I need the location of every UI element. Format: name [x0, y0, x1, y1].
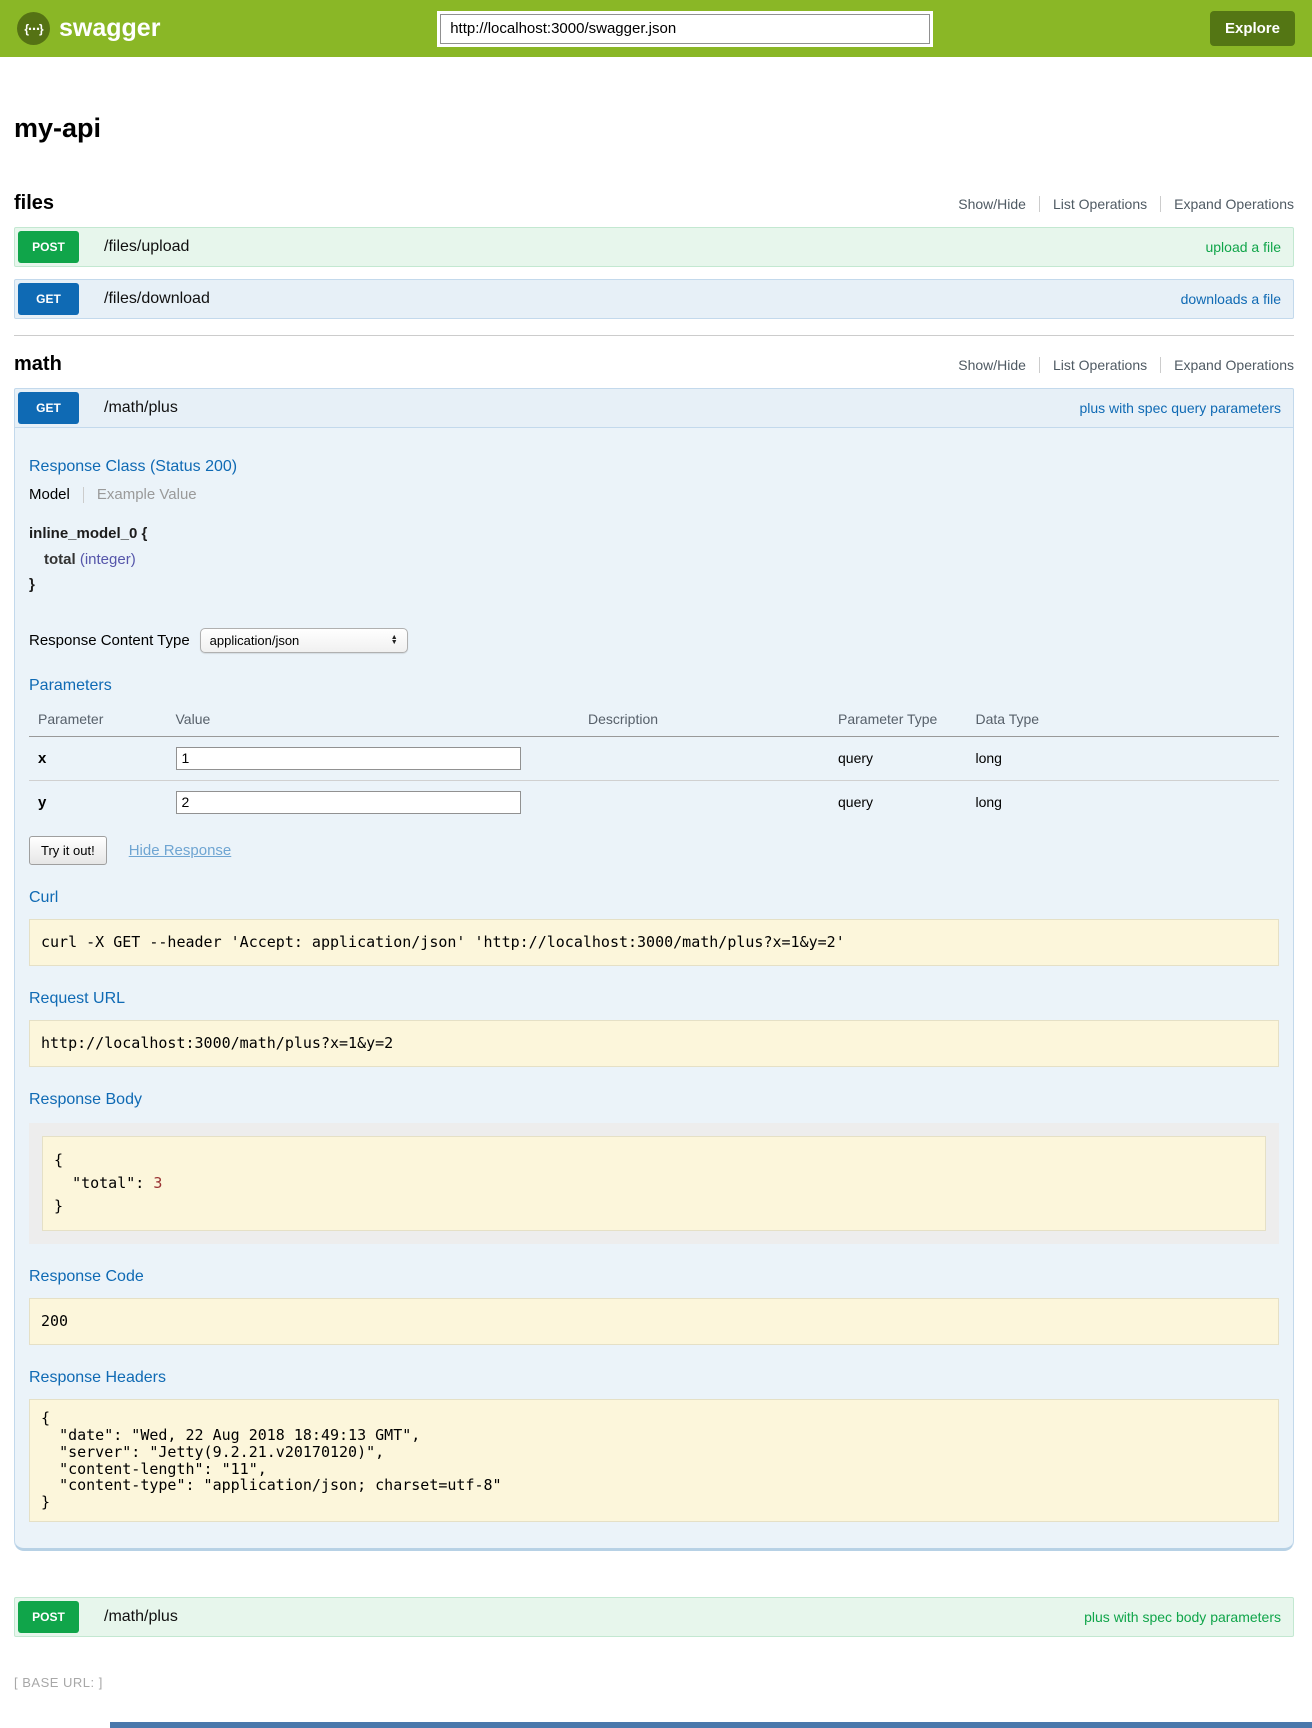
math-show-hide-link[interactable]: Show/Hide — [958, 357, 1026, 373]
parameter-type-cell: query — [829, 736, 967, 780]
parameter-name: x — [29, 736, 167, 780]
endpoint-summary[interactable]: upload a file — [1205, 239, 1281, 255]
operation-detail-panel: Response Class (Status 200) Model Exampl… — [14, 428, 1294, 1551]
swagger-url-input[interactable] — [440, 14, 930, 44]
base-url-label: [ BASE URL: ] — [14, 1675, 1312, 1690]
endpoint-summary[interactable]: downloads a file — [1181, 291, 1281, 307]
select-arrows-icon: ▲▼ — [391, 635, 398, 645]
parameter-row-y: y query long — [29, 780, 1279, 824]
selected-content-type: application/json — [210, 633, 300, 648]
http-method-badge: POST — [18, 231, 79, 263]
link-divider — [1160, 196, 1161, 212]
response-content-type-label: Response Content Type — [29, 632, 190, 649]
response-body-block: { "total": 3 } — [42, 1136, 1266, 1232]
response-headers-block: { "date": "Wed, 22 Aug 2018 18:49:13 GMT… — [29, 1399, 1279, 1522]
model-signature: inline_model_0 { total (integer) } — [29, 521, 1279, 598]
tab-example-value[interactable]: Example Value — [97, 486, 197, 503]
files-expand-operations-link[interactable]: Expand Operations — [1174, 196, 1294, 212]
col-header-data-type: Data Type — [967, 705, 1280, 737]
endpoint-path[interactable]: /files/download — [104, 290, 210, 308]
section-divider — [14, 335, 1294, 336]
curl-heading: Curl — [29, 889, 1279, 907]
parameters-header-row: Parameter Value Description Parameter Ty… — [29, 705, 1279, 737]
files-list-operations-link[interactable]: List Operations — [1053, 196, 1147, 212]
files-show-hide-link[interactable]: Show/Hide — [958, 196, 1026, 212]
col-header-parameter-type: Parameter Type — [829, 705, 967, 737]
response-class-heading: Response Class (Status 200) — [29, 458, 1279, 476]
endpoint-summary[interactable]: plus with spec body parameters — [1084, 1609, 1281, 1625]
math-section-links: Show/Hide List Operations Expand Operati… — [958, 357, 1294, 373]
explore-button[interactable]: Explore — [1210, 11, 1295, 46]
page-title: my-api — [14, 113, 1294, 144]
parameters-table: Parameter Value Description Parameter Ty… — [29, 705, 1279, 824]
endpoint-row-post-files-upload[interactable]: POST /files/upload upload a file — [14, 227, 1294, 267]
response-headers-heading: Response Headers — [29, 1369, 1279, 1387]
link-divider — [1160, 357, 1161, 373]
col-header-parameter: Parameter — [29, 705, 167, 737]
endpoint-row-get-math-plus[interactable]: GET /math/plus plus with spec query para… — [14, 388, 1294, 428]
json-open-brace: { — [54, 1151, 63, 1169]
parameter-description — [579, 780, 829, 824]
tab-divider — [83, 487, 84, 503]
tab-model[interactable]: Model — [29, 486, 70, 503]
model-close-brace: } — [29, 572, 1279, 598]
curl-command-block: curl -X GET --header 'Accept: applicatio… — [29, 919, 1279, 966]
json-key: "total": — [72, 1174, 144, 1192]
response-code-block: 200 — [29, 1298, 1279, 1345]
response-content-type-select[interactable]: application/json ▲▼ — [200, 628, 408, 653]
http-method-badge: POST — [18, 1601, 79, 1633]
files-section-header: files Show/Hide List Operations Expand O… — [14, 192, 1294, 215]
endpoint-path[interactable]: /math/plus — [104, 1608, 178, 1626]
model-property-name: total — [44, 551, 76, 568]
math-section-header: math Show/Hide List Operations Expand Op… — [14, 353, 1294, 376]
parameter-y-input[interactable] — [176, 791, 521, 814]
request-url-heading: Request URL — [29, 990, 1279, 1008]
link-divider — [1039, 357, 1040, 373]
endpoint-summary[interactable]: plus with spec query parameters — [1079, 400, 1281, 416]
swagger-brand-link[interactable]: {⋯} swagger — [17, 12, 160, 45]
model-tabs: Model Example Value — [29, 486, 1279, 503]
parameter-name: y — [29, 780, 167, 824]
model-name: inline_model_0 { — [29, 521, 1279, 547]
http-method-badge: GET — [18, 392, 79, 424]
response-body-wrapper: { "total": 3 } — [29, 1123, 1279, 1245]
model-property: total (integer) — [44, 547, 1279, 573]
top-header: {⋯} swagger Explore — [0, 0, 1312, 57]
parameter-type-cell: query — [829, 780, 967, 824]
json-close-brace: } — [54, 1197, 63, 1215]
try-it-out-button[interactable]: Try it out! — [29, 836, 107, 865]
try-row: Try it out! Hide Response — [29, 836, 1279, 865]
parameter-row-x: x query long — [29, 736, 1279, 780]
parameter-x-input[interactable] — [176, 747, 521, 770]
col-header-value: Value — [167, 705, 580, 737]
logo-glyph: {⋯} — [24, 22, 42, 36]
hide-response-link[interactable]: Hide Response — [129, 842, 232, 859]
json-number-value: 3 — [153, 1174, 162, 1192]
model-property-type: (integer) — [80, 551, 136, 568]
files-section-title: files — [14, 192, 54, 215]
endpoint-path[interactable]: /math/plus — [104, 399, 178, 417]
parameter-description — [579, 736, 829, 780]
http-method-badge: GET — [18, 283, 79, 315]
swagger-logo-icon: {⋯} — [17, 12, 50, 45]
data-type-cell: long — [967, 780, 1280, 824]
endpoint-row-get-files-download[interactable]: GET /files/download downloads a file — [14, 279, 1294, 319]
brand-name: swagger — [59, 14, 160, 43]
response-content-type-row: Response Content Type application/json ▲… — [29, 628, 1279, 653]
math-expand-operations-link[interactable]: Expand Operations — [1174, 357, 1294, 373]
parameters-heading: Parameters — [29, 677, 1279, 695]
response-body-heading: Response Body — [29, 1091, 1279, 1109]
math-section-title: math — [14, 353, 62, 376]
main-content: my-api files Show/Hide List Operations E… — [14, 113, 1294, 1637]
response-code-heading: Response Code — [29, 1268, 1279, 1286]
request-url-block: http://localhost:3000/math/plus?x=1&y=2 — [29, 1020, 1279, 1067]
endpoint-row-post-math-plus[interactable]: POST /math/plus plus with spec body para… — [14, 1597, 1294, 1637]
footer-bar — [110, 1722, 1312, 1728]
link-divider — [1039, 196, 1040, 212]
col-header-description: Description — [579, 705, 829, 737]
math-list-operations-link[interactable]: List Operations — [1053, 357, 1147, 373]
endpoint-path[interactable]: /files/upload — [104, 238, 189, 256]
files-section-links: Show/Hide List Operations Expand Operati… — [958, 196, 1294, 212]
data-type-cell: long — [967, 736, 1280, 780]
